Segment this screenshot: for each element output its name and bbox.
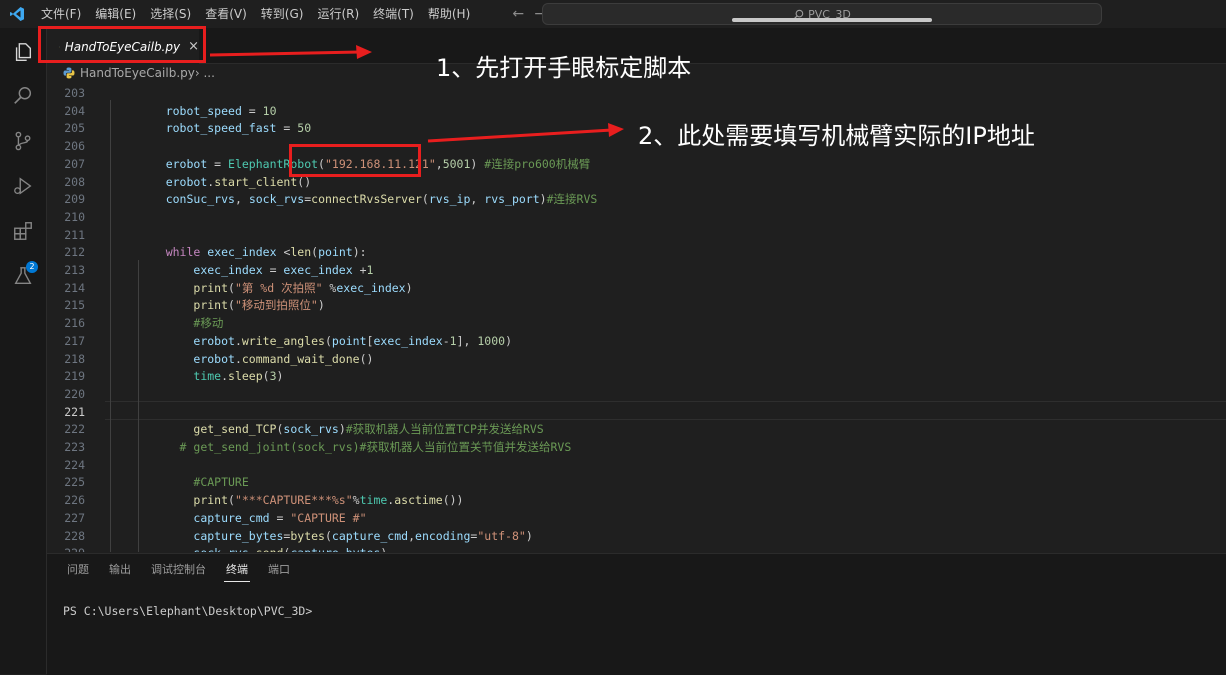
annotation-arrow-2 (427, 123, 624, 143)
annotation-arrow-1 (209, 45, 372, 59)
annotation-step1: 1、先打开手眼标定脚本 (436, 54, 692, 82)
annotation-step2: 2、此处需要填写机械臂实际的IP地址 (638, 122, 1035, 150)
annotation-arrows (209, 45, 624, 143)
